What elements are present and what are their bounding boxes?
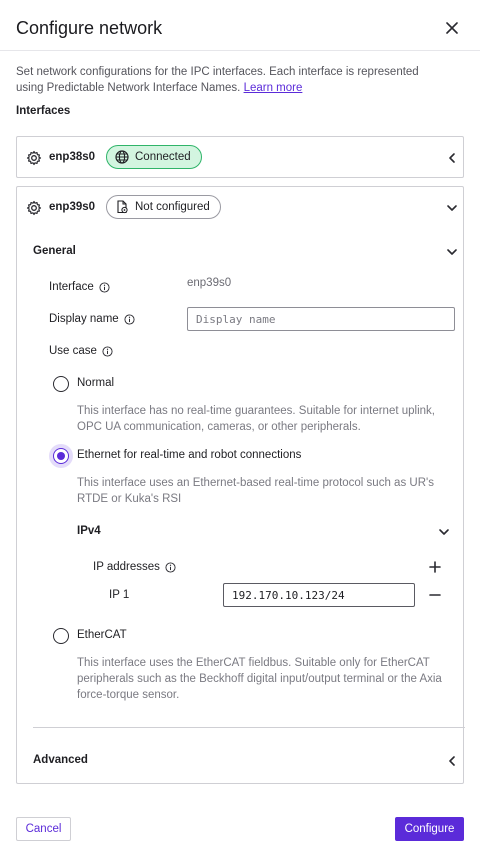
status-text: Not configured [135,201,210,213]
ip-addresses-label: IP addresses [93,561,176,573]
chevron-down-icon[interactable] [445,201,459,215]
option-ethercat-label[interactable]: EtherCAT [77,629,127,641]
section-divider [33,727,465,728]
chevron-down-icon[interactable] [445,245,459,259]
description-text: Set network configurations for the IPC i… [16,66,419,94]
configure-network-dialog: Configure network Set network configurat… [0,0,480,857]
ipv4-heading[interactable]: IPv4 [77,525,101,537]
status-badge-not-configured: Not configured [106,195,221,219]
radio-ethercat[interactable] [53,628,69,644]
interface-name: enp39s0 [49,201,96,213]
info-icon[interactable] [124,313,135,325]
remove-ip-button[interactable] [427,587,443,603]
plus-icon[interactable] [429,561,441,573]
interfaces-label: Interfaces [16,105,71,117]
radio-normal[interactable] [53,376,69,392]
general-heading[interactable]: General [33,245,76,257]
interface-card-enp39s0: enp39s0 Not configured General Interface… [16,186,465,784]
option-ethercat-help: This interface uses the EtherCAT fieldbu… [77,657,442,701]
interface-value: enp39s0 [187,277,232,289]
option-ethernet-label[interactable]: Ethernet for real-time and robot connect… [77,449,301,461]
interface-field-label: Interface [49,281,110,293]
radio-ethernet-realtime[interactable] [53,448,69,464]
radio-dot [57,452,65,460]
configure-button[interactable]: Configure [395,817,464,841]
use-case-label-text: Use case [49,345,97,357]
info-icon[interactable] [102,345,113,357]
interface-label-text: Interface [49,281,94,293]
document-settings-icon [117,200,128,214]
learn-more-link[interactable]: Learn more [244,82,303,94]
dialog-description: Set network configurations for the IPC i… [16,64,446,96]
use-case-field-label: Use case [49,345,113,357]
interface-header-enp39s0[interactable]: enp39s0 Not configured [17,187,463,229]
chevron-left-icon[interactable] [445,151,459,165]
info-icon[interactable] [165,561,176,573]
info-icon[interactable] [99,281,110,293]
dialog-title: Configure network [16,18,163,38]
minus-icon[interactable] [429,589,441,601]
status-badge-connected: Connected [106,145,202,169]
gear-icon[interactable] [26,150,42,166]
option-normal-help: This interface has no real-time guarante… [77,405,435,433]
globe-icon [115,150,129,164]
display-name-field-label: Display name [49,313,135,325]
add-ip-button[interactable] [427,559,443,575]
close-icon[interactable] [446,22,458,34]
chevron-left-icon[interactable] [445,754,459,768]
ip-1-label: IP 1 [109,589,130,601]
header-divider [0,50,480,51]
option-ethernet-help: This interface uses an Ethernet-based re… [77,477,434,505]
status-text: Connected [135,151,191,163]
ip-1-input[interactable] [223,583,415,607]
cancel-button[interactable]: Cancel [16,817,71,841]
option-normal-label[interactable]: Normal [77,377,114,389]
interface-name: enp38s0 [49,151,96,163]
gear-icon[interactable] [26,200,42,216]
interface-header-enp38s0[interactable]: enp38s0 Connected [17,137,463,179]
advanced-heading[interactable]: Advanced [33,754,88,766]
chevron-down-icon[interactable] [437,525,451,539]
ip-addresses-label-text: IP addresses [93,561,160,573]
interface-card-enp38s0: enp38s0 Connected [16,136,464,178]
close-button[interactable] [440,16,464,40]
display-name-input[interactable] [187,307,455,331]
display-name-label-text: Display name [49,313,119,325]
